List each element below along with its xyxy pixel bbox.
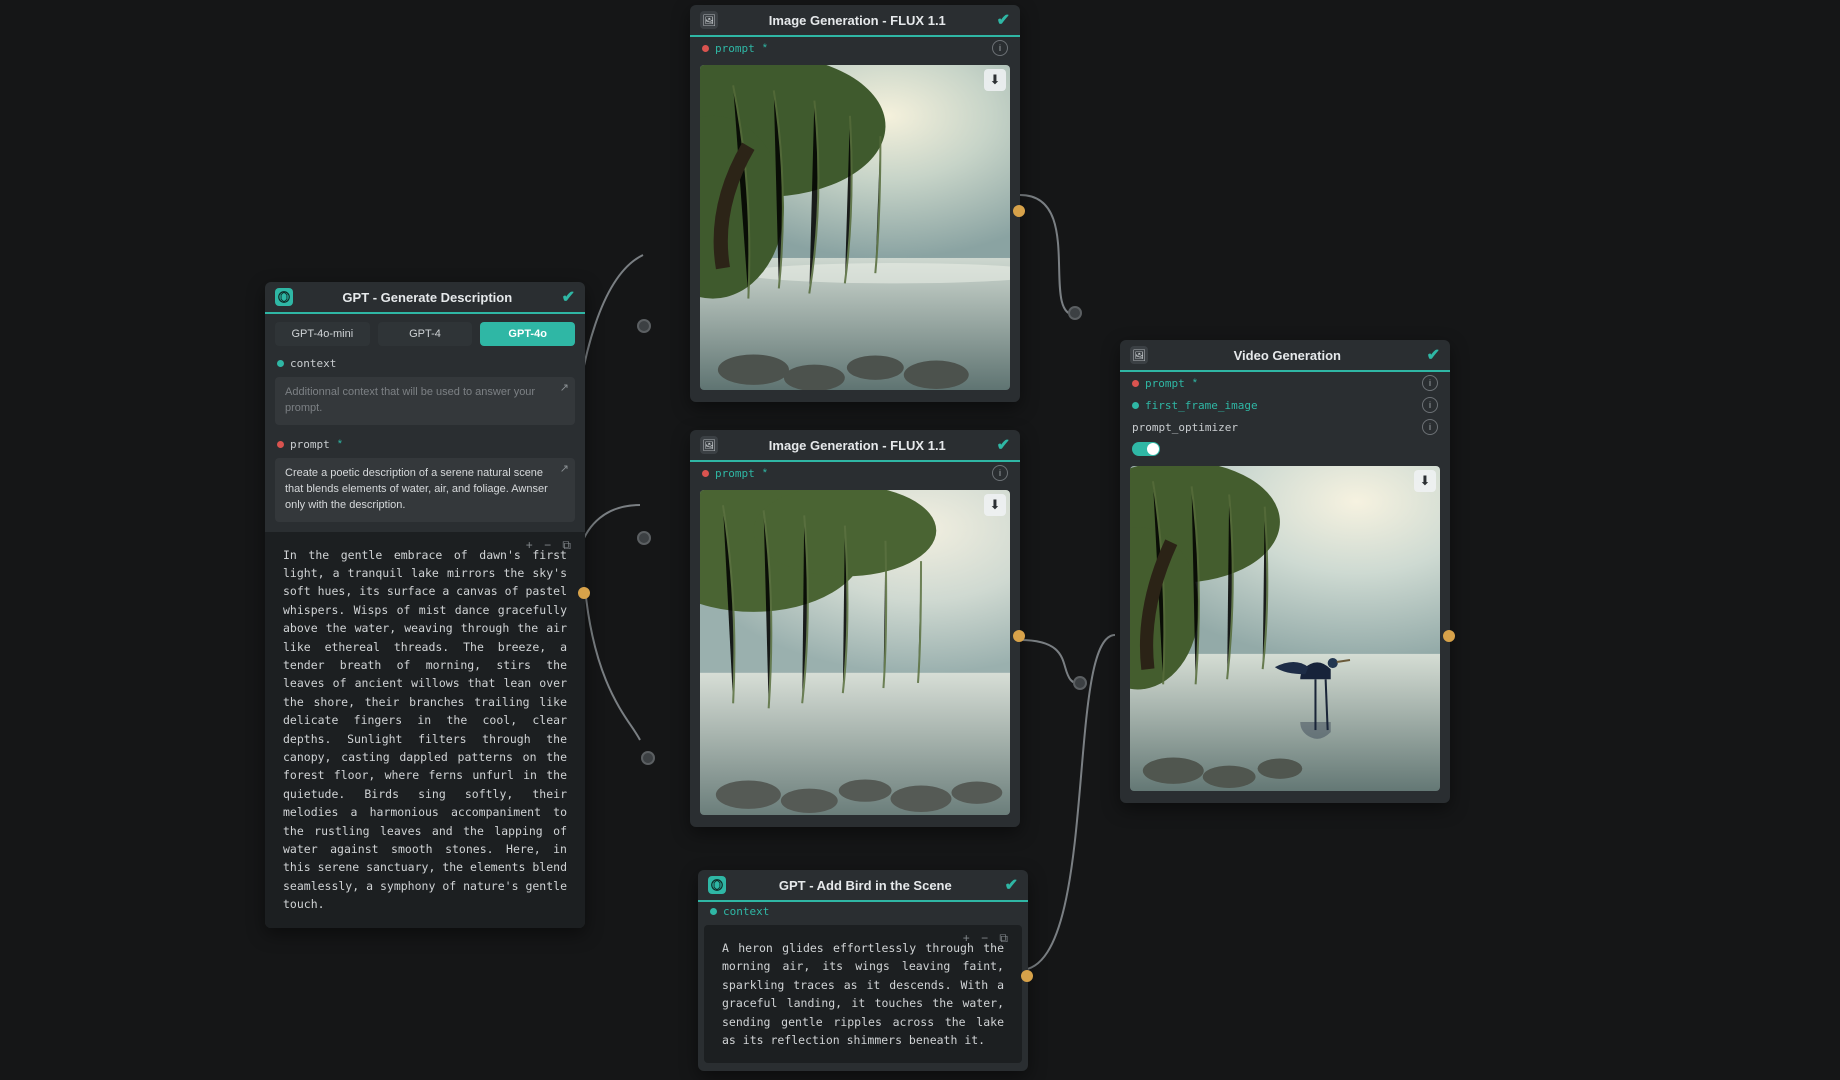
node-video-generation[interactable]: 🖼 Video Generation ✔ prompt * i first_fr… bbox=[1120, 340, 1450, 803]
node-header[interactable]: GPT - Generate Description ✔ bbox=[265, 282, 585, 314]
port-dot-icon[interactable] bbox=[1132, 402, 1139, 409]
node-title: Image Generation - FLUX 1.1 bbox=[726, 13, 989, 28]
param-prompt-optimizer: prompt_optimizer i bbox=[1120, 416, 1450, 438]
param-prompt: prompt * bbox=[265, 435, 585, 454]
node-gpt-add-bird[interactable]: GPT - Add Bird in the Scene ✔ context + … bbox=[698, 870, 1028, 1071]
param-prompt: prompt * i bbox=[1120, 372, 1450, 394]
output-port[interactable] bbox=[1443, 630, 1455, 642]
output-port[interactable] bbox=[1021, 970, 1033, 982]
required-star-icon: * bbox=[763, 42, 767, 54]
status-check-icon: ✔ bbox=[997, 10, 1010, 30]
workflow-canvas[interactable]: GPT - Generate Description ✔ GPT-4o-mini… bbox=[0, 0, 1840, 1080]
image-preview[interactable]: ⬇ bbox=[700, 490, 1010, 815]
port-dot-icon[interactable] bbox=[702, 470, 709, 477]
prompt-input[interactable]: Create a poetic description of a serene … bbox=[275, 458, 575, 522]
expand-icon[interactable]: ↗ bbox=[560, 381, 569, 397]
expand-icon[interactable]: ↗ bbox=[560, 462, 569, 478]
info-icon[interactable]: i bbox=[1422, 397, 1438, 413]
node-title: Video Generation bbox=[1156, 348, 1419, 363]
image-preview[interactable]: ⬇ bbox=[700, 65, 1010, 390]
node-title: GPT - Add Bird in the Scene bbox=[734, 878, 997, 893]
download-icon[interactable]: ⬇ bbox=[984, 69, 1006, 91]
node-output: + − ⧉ In the gentle embrace of dawn's fi… bbox=[265, 532, 585, 928]
info-icon[interactable]: i bbox=[992, 465, 1008, 481]
port-dot-icon[interactable] bbox=[710, 908, 717, 915]
output-port[interactable] bbox=[1013, 205, 1025, 217]
required-star-icon: * bbox=[1193, 377, 1197, 389]
node-image-generation-flux-1[interactable]: 🖼 Image Generation - FLUX 1.1 ✔ prompt *… bbox=[690, 5, 1020, 402]
output-text: A heron glides effortlessly through the … bbox=[722, 939, 1004, 1049]
required-star-icon: * bbox=[763, 467, 767, 479]
port-dot-icon[interactable] bbox=[1132, 380, 1139, 387]
tab-gpt4o[interactable]: GPT-4o bbox=[480, 322, 575, 346]
model-tabs: GPT-4o-mini GPT-4 GPT-4o bbox=[265, 314, 585, 354]
info-icon[interactable]: i bbox=[992, 40, 1008, 56]
node-title: Image Generation - FLUX 1.1 bbox=[726, 438, 989, 453]
node-gpt-generate-description[interactable]: GPT - Generate Description ✔ GPT-4o-mini… bbox=[265, 282, 585, 928]
port-dot-icon[interactable] bbox=[277, 441, 284, 448]
openai-icon bbox=[275, 288, 293, 306]
status-check-icon: ✔ bbox=[1427, 345, 1440, 365]
status-check-icon: ✔ bbox=[562, 287, 575, 307]
image-icon: 🖼 bbox=[700, 11, 718, 29]
download-icon[interactable]: ⬇ bbox=[984, 494, 1006, 516]
param-first-frame: first_frame_image i bbox=[1120, 394, 1450, 416]
param-prompt: prompt * i bbox=[690, 37, 1020, 59]
param-context: context bbox=[265, 354, 585, 373]
status-check-icon: ✔ bbox=[997, 435, 1010, 455]
tab-gpt4[interactable]: GPT-4 bbox=[378, 322, 473, 346]
info-icon[interactable]: i bbox=[1422, 419, 1438, 435]
context-input[interactable]: Additionnal context that will be used to… bbox=[275, 377, 575, 425]
video-preview[interactable]: ⬇ bbox=[1130, 466, 1440, 791]
node-title: GPT - Generate Description bbox=[301, 290, 554, 305]
output-port[interactable] bbox=[1013, 630, 1025, 642]
info-icon[interactable]: i bbox=[1422, 375, 1438, 391]
required-star-icon: * bbox=[338, 438, 342, 450]
status-check-icon: ✔ bbox=[1005, 875, 1018, 895]
output-tools[interactable]: + − ⧉ bbox=[526, 538, 575, 553]
download-icon[interactable]: ⬇ bbox=[1414, 470, 1436, 492]
output-port[interactable] bbox=[578, 587, 590, 599]
port-dot-icon[interactable] bbox=[277, 360, 284, 367]
tab-gpt4o-mini[interactable]: GPT-4o-mini bbox=[275, 322, 370, 346]
port-dot-icon[interactable] bbox=[702, 45, 709, 52]
output-tools[interactable]: + − ⧉ bbox=[963, 931, 1012, 946]
param-prompt: prompt * i bbox=[690, 462, 1020, 484]
node-image-generation-flux-2[interactable]: 🖼 Image Generation - FLUX 1.1 ✔ prompt *… bbox=[690, 430, 1020, 827]
prompt-optimizer-toggle[interactable] bbox=[1132, 442, 1160, 456]
image-icon: 🖼 bbox=[1130, 346, 1148, 364]
node-output: + − ⧉ A heron glides effortlessly throug… bbox=[704, 925, 1022, 1063]
output-text: In the gentle embrace of dawn's first li… bbox=[283, 546, 567, 914]
param-context: context bbox=[698, 902, 1028, 921]
image-icon: 🖼 bbox=[700, 436, 718, 454]
openai-icon bbox=[708, 876, 726, 894]
